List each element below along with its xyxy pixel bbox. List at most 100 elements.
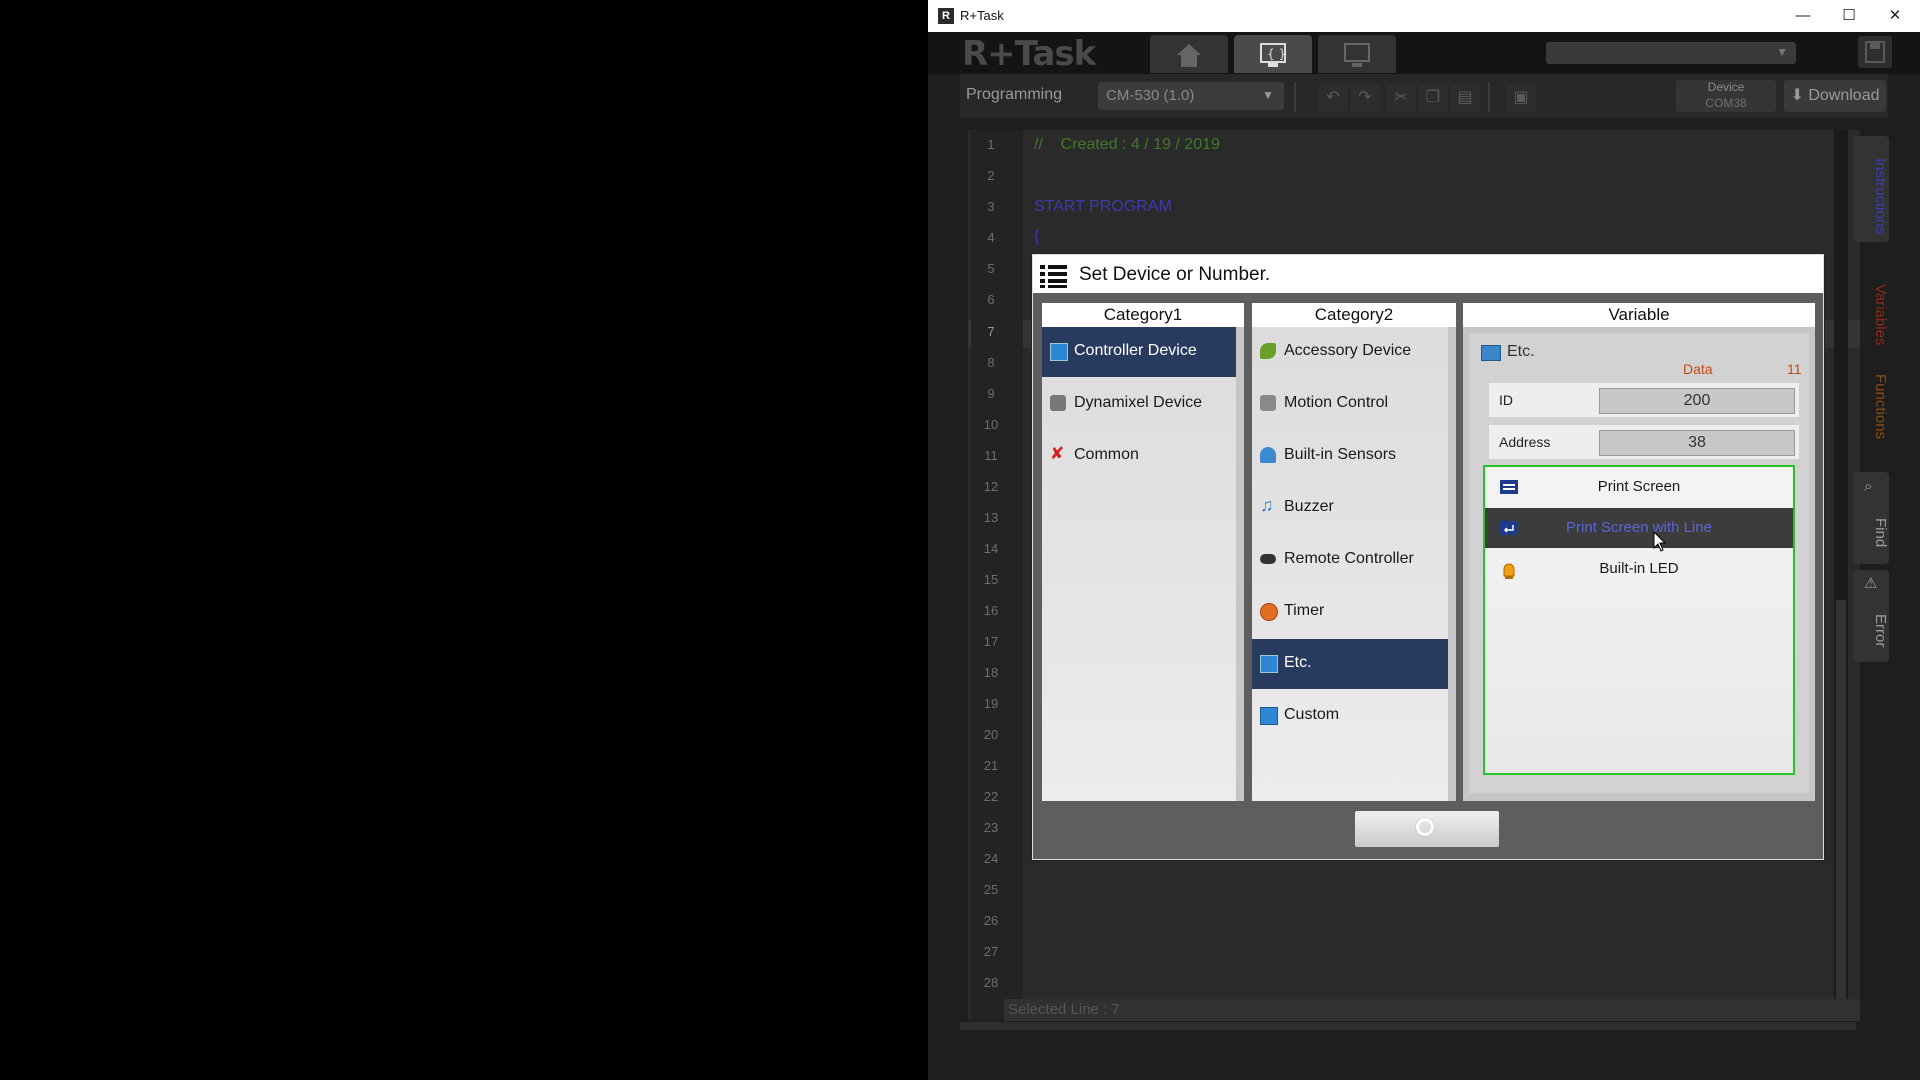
category2-item-custom[interactable]: Custom bbox=[1252, 691, 1456, 741]
save-button[interactable] bbox=[1858, 36, 1892, 68]
maximize-button[interactable]: ☐ bbox=[1826, 0, 1872, 32]
category2-item-etc[interactable]: Etc. bbox=[1252, 639, 1456, 689]
app-logo: R+Task bbox=[962, 34, 1096, 74]
controller-select-value: CM-530 (1.0) bbox=[1106, 87, 1195, 104]
download-button[interactable]: ⬇ Download bbox=[1784, 80, 1886, 112]
line-number: 8 bbox=[987, 355, 995, 370]
tab-home[interactable] bbox=[1150, 35, 1228, 73]
line-number: 5 bbox=[987, 261, 995, 276]
category2-item-motion-control[interactable]: Motion Control bbox=[1252, 379, 1456, 429]
monitor-icon bbox=[1344, 43, 1370, 67]
etc-icon bbox=[1481, 345, 1501, 361]
tab-programming[interactable]: { } bbox=[1234, 35, 1312, 73]
top-bar: R+Task { } ▼ bbox=[928, 32, 1920, 74]
chevron-down-icon: ▼ bbox=[1262, 88, 1274, 102]
line-number: 15 bbox=[983, 572, 999, 587]
variable-item-print-screen-with-line[interactable]: Print Screen with Line bbox=[1485, 508, 1793, 548]
item-label: Built-in LED bbox=[1599, 560, 1679, 577]
minimize-button[interactable]: — bbox=[1780, 0, 1826, 32]
dialog-title: Set Device or Number. bbox=[1079, 264, 1271, 285]
list-icon bbox=[1040, 265, 1067, 288]
cut-button[interactable]: ✂ bbox=[1386, 84, 1416, 112]
set-device-dialog: Set Device or Number. Category1 Controll… bbox=[1032, 254, 1824, 860]
id-input[interactable]: 200 bbox=[1599, 388, 1795, 414]
paste-icon: ▤ bbox=[1457, 89, 1473, 106]
paste-button[interactable]: ▤ bbox=[1450, 84, 1480, 112]
category2-column: Category2 Accessory Device Motion Contro… bbox=[1252, 303, 1456, 801]
variable-column: Variable Etc. Data 11 ID 200 Address 38 … bbox=[1463, 303, 1815, 801]
line-number: 25 bbox=[983, 882, 999, 897]
category1-item-controller-device[interactable]: Controller Device bbox=[1042, 327, 1244, 377]
category2-item-remote-controller[interactable]: Remote Controller bbox=[1252, 535, 1456, 585]
dialog-header: Set Device or Number. bbox=[1033, 255, 1823, 293]
category2-item-built-in-sensors[interactable]: Built-in Sensors bbox=[1252, 431, 1456, 481]
category1-header: Category1 bbox=[1042, 303, 1244, 327]
device-button[interactable]: Device COM38 bbox=[1676, 80, 1776, 112]
line-number: 22 bbox=[983, 789, 999, 804]
home-icon bbox=[1177, 44, 1201, 67]
category1-column: Category1 Controller Device Dynamixel De… bbox=[1042, 303, 1244, 801]
tab-instructions[interactable]: Instructions bbox=[1853, 136, 1889, 242]
tab-monitor[interactable] bbox=[1318, 35, 1396, 73]
device-port: COM38 bbox=[1705, 96, 1747, 110]
remote-icon bbox=[1260, 554, 1276, 564]
horizontal-scrollbar[interactable] bbox=[960, 1022, 1856, 1030]
line-number: 20 bbox=[983, 727, 999, 742]
window-title: R+Task bbox=[960, 8, 1004, 23]
variable-group: Etc. bbox=[1507, 343, 1535, 360]
category2-item-accessory-device[interactable]: Accessory Device bbox=[1252, 327, 1456, 377]
ok-button[interactable] bbox=[1355, 811, 1499, 847]
svg-text:{ }: { } bbox=[1267, 47, 1286, 61]
copy-icon: ❐ bbox=[1425, 89, 1441, 106]
line-number: 18 bbox=[983, 665, 999, 680]
export-button[interactable]: ▣ bbox=[1506, 84, 1536, 112]
tab-variables[interactable]: Variables bbox=[1853, 266, 1889, 354]
variable-item-print-screen[interactable]: Print Screen bbox=[1485, 467, 1793, 507]
custom-icon bbox=[1260, 707, 1278, 725]
line-number: 26 bbox=[983, 913, 999, 928]
data-value: 11 bbox=[1787, 361, 1802, 377]
device-label: Device bbox=[1707, 80, 1745, 94]
copy-button[interactable]: ❐ bbox=[1418, 84, 1448, 112]
address-input[interactable]: 38 bbox=[1599, 430, 1795, 456]
category2-item-buzzer[interactable]: ♫ Buzzer bbox=[1252, 483, 1456, 533]
line-number: 27 bbox=[983, 944, 999, 959]
scrollbar-thumb[interactable] bbox=[1836, 600, 1846, 1000]
code-brace: { bbox=[1034, 228, 1040, 245]
search-icon: ⌕ bbox=[1864, 478, 1873, 495]
line-number: 13 bbox=[983, 510, 999, 525]
variable-item-built-in-led[interactable]: Built-in LED bbox=[1485, 549, 1793, 589]
category1-scrollbar[interactable] bbox=[1236, 327, 1244, 801]
download-label: Download bbox=[1808, 87, 1880, 104]
code-comment: // Created : 4 / 19 / 2019 bbox=[1034, 136, 1220, 153]
redo-button[interactable]: ↷ bbox=[1350, 84, 1380, 112]
item-label: Timer bbox=[1284, 602, 1325, 619]
line-number: 21 bbox=[983, 758, 999, 773]
program-icon: { } bbox=[1260, 43, 1286, 67]
line-number: 2 bbox=[987, 168, 995, 183]
undo-button[interactable]: ↶ bbox=[1318, 84, 1348, 112]
cut-icon: ✂ bbox=[1394, 89, 1408, 106]
tab-functions[interactable]: Functions bbox=[1853, 360, 1889, 448]
id-label: ID bbox=[1499, 392, 1513, 408]
sensor-icon bbox=[1260, 447, 1276, 463]
redo-icon: ↷ bbox=[1358, 89, 1372, 106]
controller-select[interactable]: CM-530 (1.0) ▼ bbox=[1098, 82, 1284, 110]
etc-icon bbox=[1260, 655, 1278, 673]
chevron-down-icon: ▼ bbox=[1776, 45, 1788, 59]
line-number: 6 bbox=[987, 292, 995, 307]
category1-item-common[interactable]: ✘ Common bbox=[1042, 431, 1244, 481]
category2-list: Accessory Device Motion Control Built-in… bbox=[1252, 327, 1456, 801]
find-label: Find bbox=[1872, 518, 1889, 548]
code-keyword: START PROGRAM bbox=[1034, 198, 1172, 215]
item-label: Print Screen bbox=[1597, 478, 1681, 495]
category2-scrollbar[interactable] bbox=[1448, 327, 1456, 801]
category1-item-dynamixel-device[interactable]: Dynamixel Device bbox=[1042, 379, 1244, 429]
line-number: 10 bbox=[983, 417, 999, 432]
top-dropdown[interactable]: ▼ bbox=[1546, 42, 1796, 64]
data-label: Data bbox=[1683, 361, 1713, 377]
category2-item-timer[interactable]: Timer bbox=[1252, 587, 1456, 637]
close-button[interactable]: ✕ bbox=[1872, 0, 1918, 32]
address-field-row: Address 38 bbox=[1489, 425, 1799, 459]
category1-list: Controller Device Dynamixel Device ✘ Com… bbox=[1042, 327, 1244, 801]
